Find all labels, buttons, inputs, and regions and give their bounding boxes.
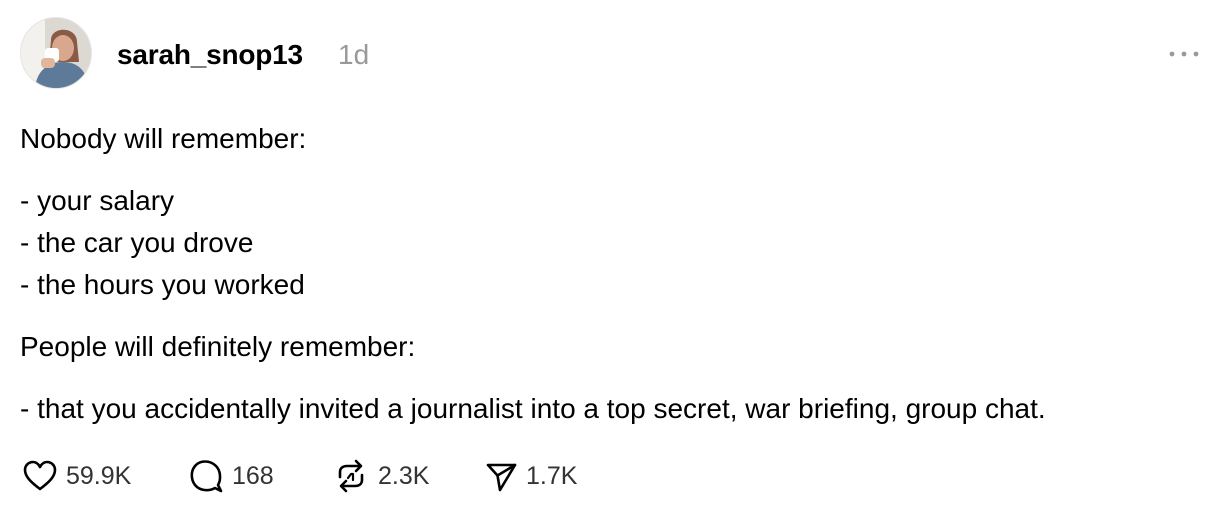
reply-count: 168 bbox=[232, 462, 274, 490]
ellipsis-icon bbox=[1169, 51, 1199, 57]
post-body: Nobody will remember: - your salary - th… bbox=[20, 118, 1210, 430]
repost-button[interactable]: 2.3K bbox=[332, 456, 484, 496]
post-text-line: Nobody will remember: bbox=[20, 123, 307, 154]
more-options-button[interactable] bbox=[1167, 42, 1201, 66]
post-text-line: People will definitely remember: bbox=[20, 331, 416, 362]
heart-icon bbox=[22, 459, 58, 493]
like-count: 59.9K bbox=[66, 462, 132, 490]
speech-bubble-icon bbox=[188, 458, 224, 494]
repost-arrows-icon bbox=[332, 457, 370, 495]
repost-count: 2.3K bbox=[378, 462, 430, 490]
username[interactable]: sarah_snop13 bbox=[117, 38, 303, 72]
timestamp[interactable]: 1d bbox=[338, 38, 369, 72]
post-card: sarah_snop13 1d Nobody will remember: - … bbox=[0, 0, 1230, 518]
post-text-line: - your salary bbox=[20, 185, 175, 216]
action-bar: 59.9K 168 2.3K 1.7K bbox=[22, 456, 604, 496]
avatar[interactable] bbox=[20, 17, 92, 89]
reply-button[interactable]: 168 bbox=[188, 456, 332, 496]
post-text-line: - that you accidentally invited a journa… bbox=[20, 393, 1046, 424]
post-text-line: - the car you drove bbox=[20, 227, 254, 258]
share-button[interactable]: 1.7K bbox=[484, 456, 604, 496]
like-button[interactable]: 59.9K bbox=[22, 456, 188, 496]
share-count: 1.7K bbox=[526, 462, 578, 490]
paper-plane-icon bbox=[484, 459, 518, 493]
post-text-line: - the hours you worked bbox=[20, 269, 305, 300]
avatar-photo bbox=[21, 18, 91, 88]
